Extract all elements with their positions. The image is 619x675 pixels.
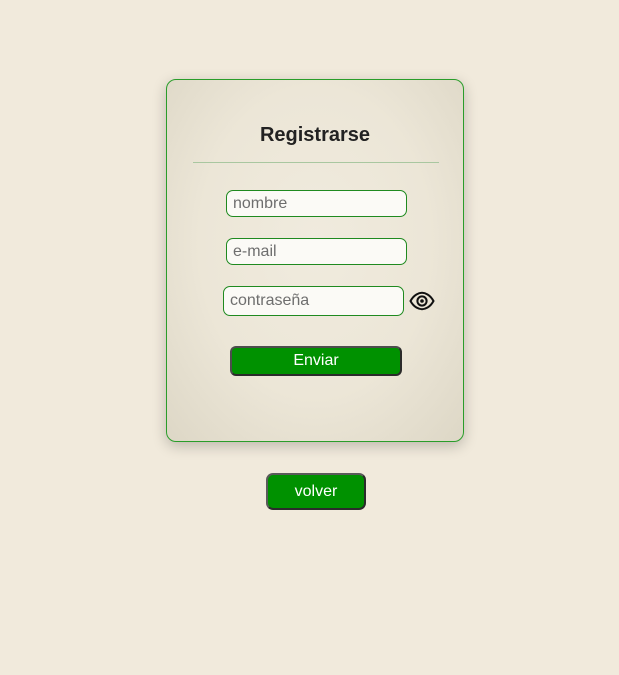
password-input[interactable] (223, 286, 404, 316)
name-input[interactable] (226, 190, 407, 217)
eye-icon[interactable] (409, 291, 435, 311)
title-divider (193, 162, 439, 163)
email-input[interactable] (226, 238, 407, 265)
submit-button[interactable]: Enviar (230, 346, 402, 376)
register-card: Registrarse Enviar (166, 79, 464, 442)
form-title: Registrarse (259, 124, 371, 146)
back-button[interactable]: volver (266, 473, 366, 510)
